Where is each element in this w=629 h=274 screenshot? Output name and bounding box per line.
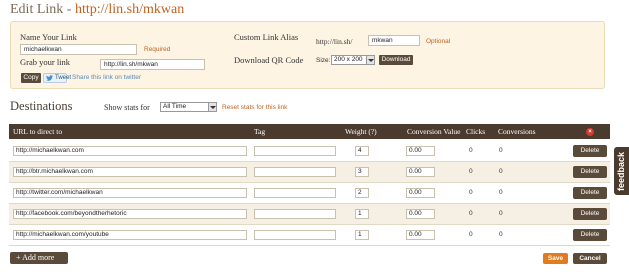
table-row: http://michaelkwan.com/youtube 1 0.00 0 …: [9, 225, 610, 246]
conversions-value: 0: [499, 168, 503, 175]
chevron-down-icon: [366, 56, 374, 64]
table-row: http://twitter.com/michaelkwan 2 0.00 0 …: [9, 183, 610, 204]
conversions-value: 0: [499, 147, 503, 154]
delete-button[interactable]: Delete: [573, 187, 607, 199]
save-button[interactable]: Save: [543, 253, 568, 264]
alias-input[interactable]: mkwan: [368, 35, 420, 46]
grab-link-label: Grab your link: [20, 57, 71, 67]
tweet-button[interactable]: Tweet: [43, 73, 71, 83]
col-clicks: Clicks: [466, 127, 486, 136]
clicks-value: 0: [469, 210, 473, 217]
share-twitter-link[interactable]: Share this link on twitter: [72, 74, 141, 81]
conversions-value: 0: [499, 189, 503, 196]
qr-size-select[interactable]: 200 x 200: [331, 55, 375, 65]
stats-period-value: All Time: [163, 103, 187, 110]
download-qr-button[interactable]: Download: [379, 55, 413, 65]
page-title-url: http://lin.sh/mkwan: [74, 2, 185, 17]
clicks-value: 0: [469, 168, 473, 175]
feedback-tab[interactable]: feedback: [614, 147, 629, 195]
delete-button[interactable]: Delete: [573, 229, 607, 241]
link-name-input[interactable]: michaelkwan: [20, 44, 137, 55]
weight-input[interactable]: 4: [355, 146, 369, 156]
weight-input[interactable]: 1: [355, 209, 369, 219]
conversion-value-input[interactable]: 0.00: [406, 188, 435, 198]
delete-button[interactable]: Delete: [573, 208, 607, 220]
tag-input[interactable]: [254, 209, 336, 219]
tweet-label: Tweet: [55, 75, 72, 81]
url-input[interactable]: http://michaelkwan.com: [13, 146, 247, 156]
add-more-button[interactable]: + Add more: [10, 252, 68, 264]
clicks-value: 0: [469, 231, 473, 238]
destinations-title: Destinations: [10, 99, 73, 113]
cancel-button[interactable]: Cancel: [573, 253, 607, 264]
delete-button[interactable]: Delete: [573, 166, 607, 178]
stats-period-select[interactable]: All Time: [160, 102, 217, 112]
short-link-field[interactable]: http://lin.sh/mkwan: [100, 59, 205, 70]
clicks-value: 0: [469, 147, 473, 154]
close-icon[interactable]: ×: [586, 128, 594, 136]
conversion-value-input[interactable]: 0.00: [406, 209, 435, 219]
col-conversion-value: Conversion Value: [407, 127, 461, 136]
weight-input[interactable]: 2: [355, 188, 369, 198]
conversion-value-input[interactable]: 0.00: [406, 146, 435, 156]
conversions-value: 0: [499, 231, 503, 238]
table-row: http://btr.michaelkwan.com 3 0.00 0 0 De…: [9, 162, 610, 183]
conversion-value-input[interactable]: 0.00: [406, 230, 435, 240]
conversions-value: 0: [499, 210, 503, 217]
table-row: http://facebook.com/beyondtherhetoric 1 …: [9, 204, 610, 225]
alias-prefix: http://lin.sh/: [316, 37, 353, 46]
table-row: http://michaelkwan.com 4 0.00 0 0 Delete: [9, 141, 610, 162]
feedback-label: feedback: [616, 151, 626, 191]
url-input[interactable]: http://btr.michaelkwan.com: [13, 167, 247, 177]
url-input[interactable]: http://twitter.com/michaelkwan: [13, 188, 247, 198]
twitter-bird-icon: [46, 75, 53, 81]
qr-size-value: 200 x 200: [334, 56, 363, 63]
chevron-down-icon: [208, 103, 216, 111]
tag-input[interactable]: [254, 188, 336, 198]
page-title-prefix: Edit Link -: [10, 2, 75, 17]
custom-alias-label: Custom Link Alias: [234, 32, 299, 42]
conversion-value-input[interactable]: 0.00: [406, 167, 435, 177]
url-input[interactable]: http://facebook.com/beyondtherhetoric: [13, 209, 247, 219]
qr-code-label: Download QR Code: [234, 55, 304, 65]
delete-button[interactable]: Delete: [573, 145, 607, 157]
required-note: Required: [144, 46, 171, 53]
weight-input[interactable]: 3: [355, 167, 369, 177]
clicks-value: 0: [469, 189, 473, 196]
stats-for-label: Show stats for: [104, 103, 150, 112]
col-weight: Weight (?): [345, 127, 377, 136]
destinations-table-header: URL to direct to Tag Weight (?) Conversi…: [9, 124, 610, 139]
col-conversions: Conversions: [498, 127, 536, 136]
qr-size-label: Size:: [316, 57, 331, 64]
page-title: Edit Link - http://lin.sh/mkwan: [10, 2, 184, 18]
copy-button[interactable]: Copy: [21, 73, 41, 83]
weight-input[interactable]: 1: [355, 230, 369, 240]
url-input[interactable]: http://michaelkwan.com/youtube: [13, 230, 247, 240]
name-link-label: Name Your Link: [20, 32, 77, 42]
tag-input[interactable]: [254, 230, 336, 240]
tag-input[interactable]: [254, 146, 336, 156]
tag-input[interactable]: [254, 167, 336, 177]
link-settings-panel: Name Your Link michaelkwan Required Grab…: [10, 21, 605, 89]
reset-stats-link[interactable]: Reset stats for this link: [222, 104, 287, 111]
col-tag: Tag: [254, 127, 266, 136]
col-url: URL to direct to: [13, 127, 63, 136]
optional-note: Optional: [426, 38, 451, 45]
